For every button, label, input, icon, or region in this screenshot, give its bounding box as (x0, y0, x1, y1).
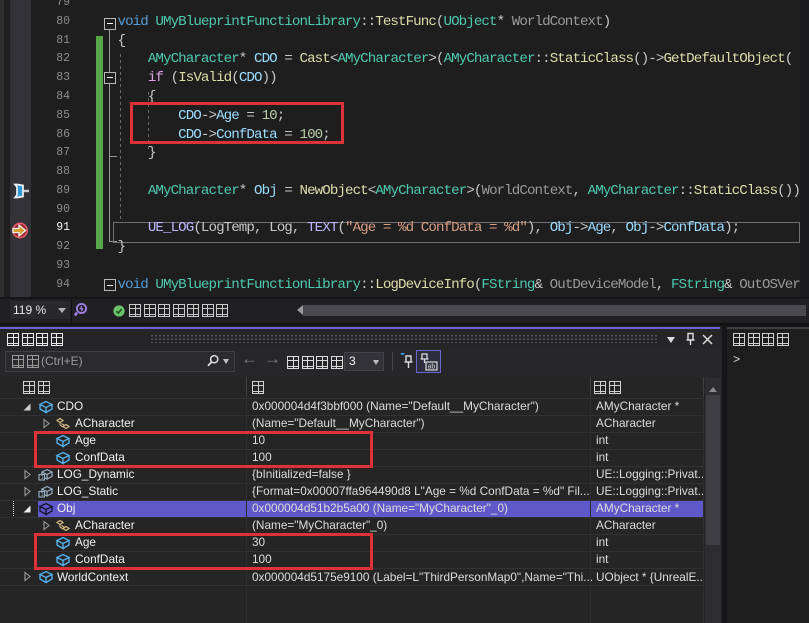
svg-text:1: 1 (41, 492, 44, 498)
svg-text:1: 1 (41, 475, 44, 481)
svg-text:ab: ab (428, 364, 436, 371)
